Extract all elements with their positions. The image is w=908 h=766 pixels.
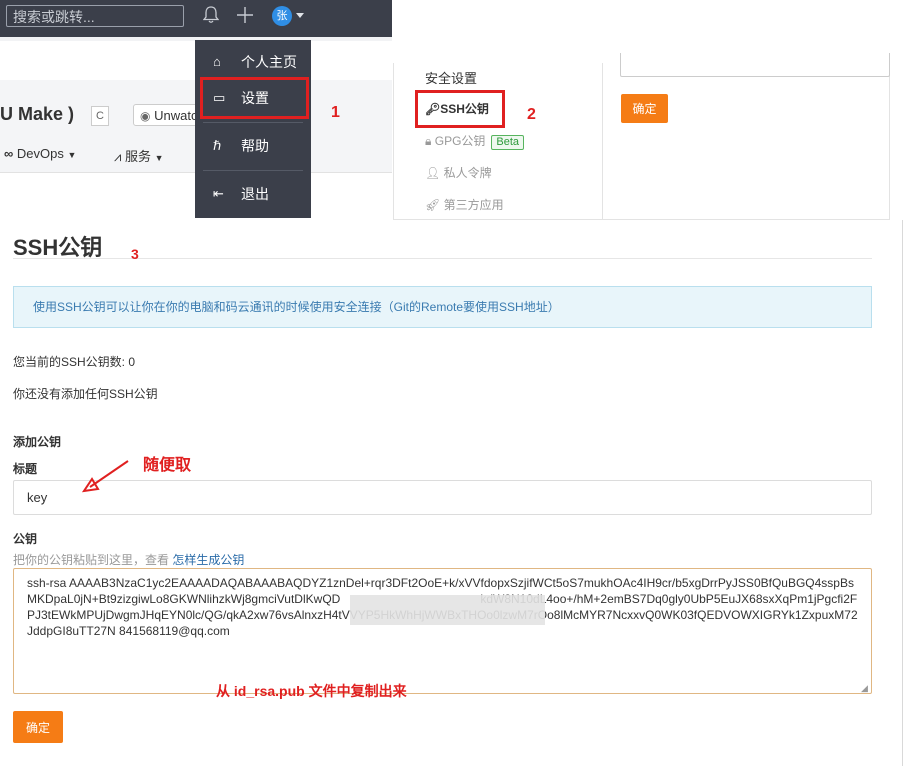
menu-divider [203, 122, 303, 123]
devops-menu[interactable]: ∞ DevOps ▼ [4, 146, 76, 161]
sidebar-item-gpg-key[interactable]: 🔒︎ GPG公钥 Beta [425, 132, 525, 150]
avatar[interactable]: 张 [272, 6, 292, 26]
sidebar-item-private-token[interactable]: 👤︎ 私人令牌 [425, 164, 492, 181]
settings-input[interactable] [620, 53, 890, 77]
logout-icon: ⇤ [213, 186, 224, 201]
sidebar-section-title: 安全设置 [425, 71, 478, 86]
annotation-box-settings [200, 77, 309, 119]
home-icon: ⌂ [213, 54, 221, 69]
sidebar-item-label: GPG公钥 [434, 134, 486, 148]
pulse-icon: ⩘ [114, 149, 122, 164]
sidebar-item-label: 第三方应用 [443, 198, 504, 212]
key-count-text: 您当前的SSH公钥数: 0 [13, 355, 136, 369]
annotation-note-key: 从 id_rsa.pub 文件中复制出来 [216, 683, 407, 699]
info-banner: 使用SSH公钥可以让你在你的电脑和码云通讯的时候使用安全连接（Git的Remot… [13, 286, 872, 328]
menu-item-logout[interactable]: ⇤ 退出 [195, 176, 311, 212]
service-label: 服务 [124, 149, 151, 164]
resize-handle-icon[interactable]: ◢ [861, 683, 868, 694]
sidebar-item-third-party[interactable]: 🚀︎ 第三方应用 [425, 196, 504, 213]
annotation-note-title: 随便取 [143, 457, 192, 474]
unwatch-button[interactable]: ◉ Unwatch [133, 104, 203, 126]
menu-item-label: 个人主页 [241, 54, 297, 70]
search-input[interactable]: 搜索或跳转... [6, 5, 184, 27]
menu-item-help[interactable]: ℏ 帮助 [195, 128, 311, 164]
caret-down-icon: ▼ [154, 153, 164, 163]
plus-icon[interactable] [236, 6, 254, 28]
menu-item-label: 退出 [241, 186, 269, 202]
key-hint: 把你的公钥粘贴到这里，查看 怎样生成公钥 [13, 551, 244, 568]
caret-down-icon: ▼ [67, 150, 77, 160]
project-title: U Make ) [0, 104, 75, 124]
menu-item-label: 帮助 [241, 138, 269, 154]
chevron-down-icon[interactable] [296, 13, 304, 18]
how-to-generate-link[interactable]: 怎样生成公钥 [172, 553, 244, 567]
menu-divider [203, 170, 303, 171]
no-key-text: 你还没有添加任何SSH公钥 [13, 387, 158, 401]
annotation-step-3: 3 [131, 246, 139, 262]
help-icon: ℏ [213, 138, 222, 153]
panel-border [902, 220, 903, 766]
redacted-region [350, 595, 545, 625]
project-badge: C [91, 106, 109, 126]
sidebar-item-label: 私人令牌 [443, 166, 492, 180]
devops-label: DevOps [16, 146, 64, 161]
key-hint-text: 把你的公钥粘贴到这里，查看 [13, 553, 173, 567]
bell-icon[interactable] [202, 6, 220, 28]
lock-icon: 🔒︎ [425, 134, 432, 148]
annotation-box-ssh-key [415, 90, 505, 128]
public-key-textarea[interactable]: ssh-rsa AAAAB3NzaC1yc2EAAAADAQABAAABAQDY… [13, 568, 872, 694]
person-icon: 👤︎ [425, 166, 441, 180]
service-menu[interactable]: ⩘ 服务 ▼ [114, 146, 164, 165]
top-navbar: 搜索或跳转... 张 [0, 0, 392, 37]
annotation-arrow-icon [81, 460, 129, 493]
key-label: 公钥 [13, 532, 38, 546]
ssh-key-form-panel: SSH公钥 使用SSH公钥可以让你在你的电脑和码云通讯的时候使用安全连接（Git… [0, 220, 908, 766]
title-label: 标题 [13, 462, 38, 476]
add-key-heading: 添加公钥 [13, 435, 62, 449]
annotation-step-2: 2 [527, 106, 536, 123]
infinity-icon: ∞ [4, 146, 14, 161]
beta-badge: Beta [491, 135, 525, 150]
eye-icon: ◉ [140, 109, 151, 123]
title-input[interactable] [13, 480, 872, 515]
user-dropdown-menu: ⌂ 个人主页 ▭ 设置 ℏ 帮助 ⇤ 退出 [195, 40, 311, 218]
menu-item-profile[interactable]: ⌂ 个人主页 [195, 44, 311, 80]
confirm-button[interactable]: 确定 [621, 94, 668, 123]
divider [13, 258, 872, 259]
divider [602, 63, 603, 220]
rocket-icon: 🚀︎ [425, 198, 441, 212]
annotation-step-1: 1 [331, 104, 340, 121]
submit-button[interactable]: 确定 [13, 711, 63, 743]
